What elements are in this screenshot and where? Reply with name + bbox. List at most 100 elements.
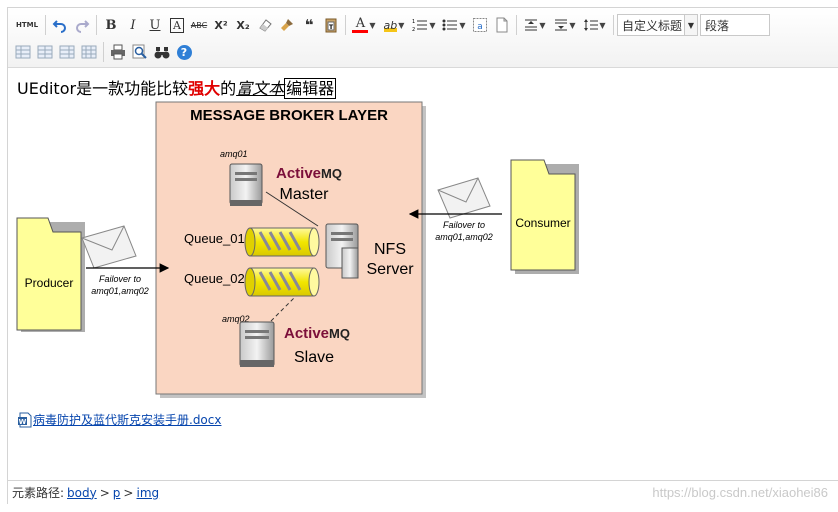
diagram-title: MESSAGE BROKER LAYER [190,107,388,124]
toolbar-row-2: ? [12,41,195,63]
producer-folder [16,217,85,332]
table-icon [59,45,75,59]
element-path-img[interactable]: img [136,486,159,500]
brush-icon [281,19,293,31]
backcolor-button[interactable]: ab ▼ [379,14,409,36]
justify-left-button[interactable] [12,41,34,63]
activemq-logo-slave: ActiveMQ [284,325,350,342]
svg-text:2: 2 [412,27,415,32]
separator [103,42,104,62]
paste-plain-button[interactable]: T [320,14,342,36]
diagram-image[interactable]: MESSAGE BROKER LAYER amq01 ActiveMQ Mast… [8,98,608,406]
format-eraser-button[interactable] [254,14,276,36]
document-icon [496,17,508,33]
preview-button[interactable] [129,41,151,63]
fontborder-button[interactable]: A [166,14,188,36]
nfs-label: NFS [374,241,406,258]
text-run-bordered: 编辑器 [284,78,337,99]
redo-icon [76,20,90,33]
word-document-icon: W [18,412,32,427]
ordered-list-icon: 12 [412,19,428,32]
binoculars-icon [154,47,170,59]
nfs-server-label: Server [366,261,414,278]
editor-content[interactable]: UEditor是一款功能比较强大的富文本 编辑器 MESSAGE BROKER L… [8,68,838,480]
queue-02-label: Queue_02 [184,271,245,286]
failover-right-line2: amq01,amq02 [435,232,493,242]
select-all-button[interactable]: a [469,14,491,36]
separator [45,15,46,35]
forecolor-icon: A [352,17,369,33]
subscript-button[interactable]: X₂ [232,14,254,36]
element-path-separator: > [123,485,134,500]
svg-text:1: 1 [412,19,415,25]
row-spacing-bottom-button[interactable]: ▼ [550,14,580,36]
unordered-list-icon [442,19,458,31]
justify-right-button[interactable] [56,41,78,63]
clipboard-icon: T [325,18,337,33]
strikethrough-button[interactable]: ABC [188,14,210,36]
redo-button[interactable] [71,14,93,36]
watermark: https://blog.csdn.net/xiaohei86 [652,485,828,500]
ordered-list-button[interactable]: 12 ▼ [409,14,439,36]
underline-button[interactable]: U [144,14,166,36]
text-run: UEditor是一款功能比较 [17,79,189,98]
fontborder-icon: A [170,17,184,33]
source-html-button[interactable]: HTML [12,14,42,36]
slave-server-icon [239,321,275,367]
envelope-icon [437,177,491,219]
superscript-button[interactable]: X² [210,14,232,36]
justify-center-button[interactable] [34,41,56,63]
undo-button[interactable] [49,14,71,36]
producer-label: Producer [25,276,74,290]
paragraph-select[interactable]: 段落 [700,14,770,36]
separator [345,15,346,35]
print-button[interactable] [107,41,129,63]
forecolor-button[interactable]: A ▼ [349,14,379,36]
separator [613,15,614,35]
magnifier-icon [132,44,147,59]
line-height-button[interactable]: ▼ [580,14,610,36]
eraser-icon [259,19,272,32]
search-replace-button[interactable] [151,41,173,63]
format-painter-button[interactable] [276,14,298,36]
italic-button[interactable]: I [122,14,144,36]
activemq-logo-master: ActiveMQ [276,165,342,182]
custom-style-select[interactable]: 自定义标题 ▼ [617,14,698,36]
unordered-list-button[interactable]: ▼ [439,14,469,36]
element-path-p[interactable]: p [113,486,121,500]
line-height-icon [584,19,599,31]
text-run-red: 强大 [188,79,221,98]
undo-icon [52,20,66,33]
separator [96,15,97,35]
bold-button[interactable]: B [100,14,122,36]
clear-doc-button[interactable] [491,14,513,36]
highlighter-icon: ab [383,18,398,32]
master-label: Master [280,186,330,203]
element-path-label: 元素路径: [12,486,65,500]
content-paragraph: UEditor是一款功能比较强大的富文本 编辑器 [17,75,337,99]
toolbar: HTML B I U A ABC X² X₂ ❝ T A ▼ ab ▼ 1 2 … [8,8,838,68]
amq01-label: amq01 [220,149,248,159]
custom-style-value: 自定义标题 [622,18,683,33]
help-button[interactable]: ? [173,41,195,63]
svg-text:W: W [19,418,27,426]
text-run: 的 [220,79,237,98]
queue-01-icon [244,227,320,257]
row-spacing-top-button[interactable]: ▼ [520,14,550,36]
toolbar-row-1: HTML B I U A ABC X² X₂ ❝ T A ▼ ab ▼ 1 2 … [12,14,770,36]
blockquote-button[interactable]: ❝ [298,14,320,36]
row-spacing-top-icon [525,19,538,31]
failover-left-line1: Failover to [99,274,141,284]
element-path-body[interactable]: body [67,486,97,500]
attachment-link[interactable]: 病毒防护及蓝代斯克安装手册.docx [33,411,221,428]
justify-full-button[interactable] [78,41,100,63]
queue-02-icon [244,267,320,297]
master-server-icon [229,163,263,206]
queue-01-label: Queue_01 [184,231,245,246]
help-icon: ? [176,44,192,60]
slave-label: Slave [294,349,334,366]
element-path-separator: > [99,485,110,500]
failover-left-line2: amq01,amq02 [91,286,149,296]
select-all-icon: a [473,18,487,32]
table-icon [15,45,31,59]
